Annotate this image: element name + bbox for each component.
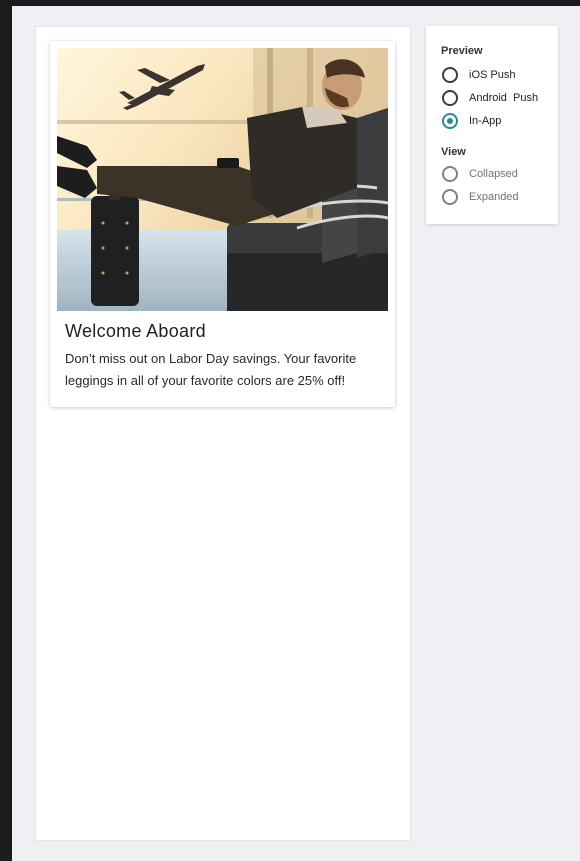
view-section-label: View [441,146,466,158]
radio-collapsed[interactable]: Collapsed [442,164,518,184]
radio-label-android-push: Android Push [469,92,539,104]
message-body: Don’t miss out on Labor Day savings. You… [65,351,357,388]
radio-unchecked-icon[interactable] [442,67,458,83]
radio-label-in-app: In-App [469,115,502,127]
radio-expanded[interactable]: Expanded [442,187,519,207]
radio-ios-push[interactable]: iOS Push [442,65,515,85]
message-title: Welcome Aboard [65,321,206,341]
window-left-edge [0,0,12,861]
window-top-edge [0,0,580,6]
radio-unchecked-icon[interactable] [442,90,458,106]
radio-label-ios-push: iOS Push [469,69,516,81]
preview-section-label: Preview [441,45,483,57]
radio-in-app[interactable]: In-App [442,111,501,131]
preview-options-panel: Preview iOS Push Android Push In-App Vie… [426,26,558,224]
radio-label-collapsed: Collapsed [469,168,518,180]
hero-image [57,48,388,311]
radio-unchecked-icon[interactable] [442,189,458,205]
radio-android-push[interactable]: Android Push [442,88,538,108]
radio-checked-icon[interactable] [442,113,458,129]
radio-label-expanded: Expanded [469,191,519,203]
radio-unchecked-icon[interactable] [442,166,458,182]
in-app-message-card[interactable]: Welcome Aboard Don’t miss out on Labor D… [50,41,395,407]
